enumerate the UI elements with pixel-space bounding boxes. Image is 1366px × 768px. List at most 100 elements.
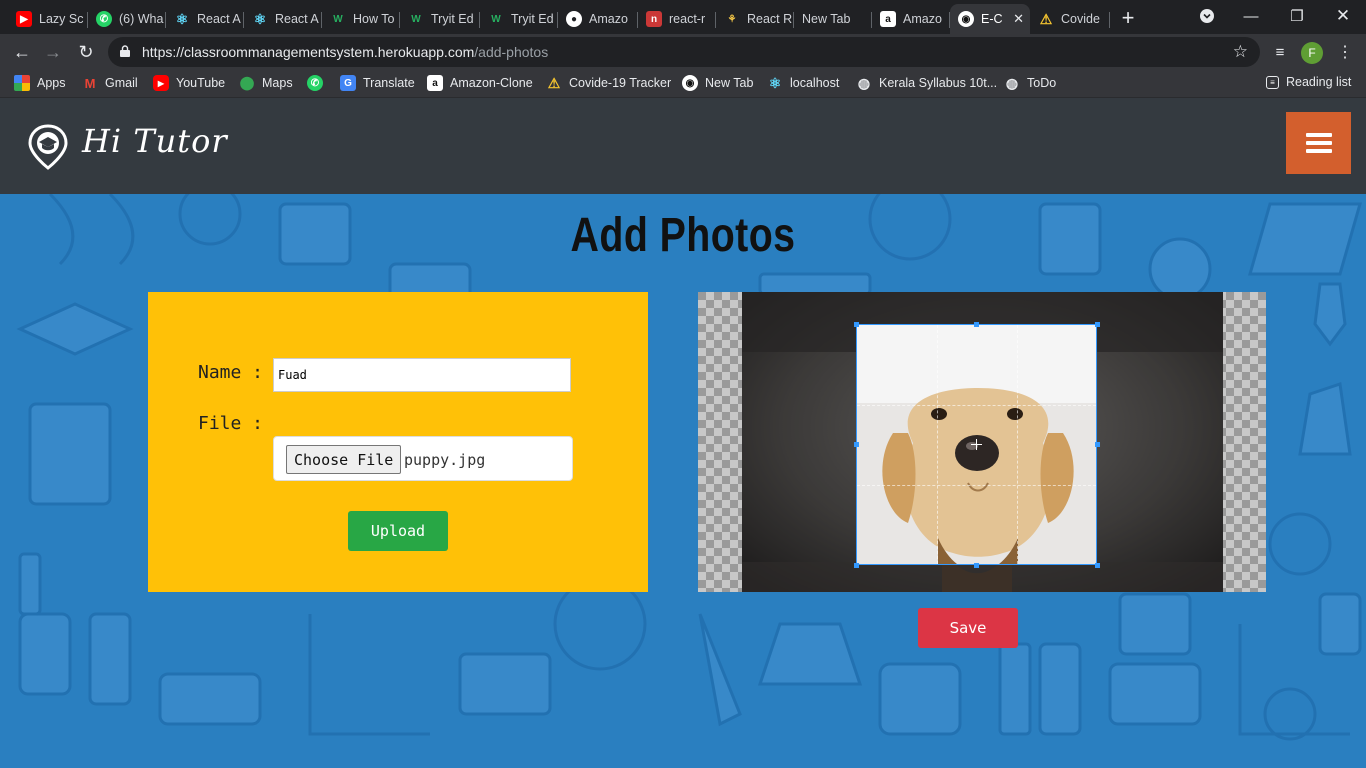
crop-handle-w[interactable] bbox=[854, 442, 859, 447]
tab-1[interactable]: ✆ (6) Wha bbox=[88, 4, 166, 34]
bookmark-label: Amazon-Clone bbox=[450, 76, 533, 90]
bookmark-translate[interactable]: G Translate bbox=[340, 75, 415, 91]
tab-title: Amazo bbox=[589, 12, 628, 26]
globe-icon: ◍ bbox=[1005, 74, 1019, 91]
tab-title: Covide bbox=[1061, 12, 1100, 26]
tab-title: Tryit Ed bbox=[511, 12, 554, 26]
brand-name[interactable]: Hi Tutor bbox=[82, 122, 228, 160]
bookmark-label: Covide-19 Tracker bbox=[569, 76, 672, 90]
redux-icon: ⚘ bbox=[727, 13, 737, 25]
tab-7[interactable]: ● Amazo bbox=[558, 4, 638, 34]
globe-icon: ◍ bbox=[857, 74, 871, 91]
restore-button[interactable]: ❐ bbox=[1274, 0, 1320, 32]
translate-icon: G bbox=[340, 75, 356, 91]
logo-location-pin-icon[interactable] bbox=[28, 124, 68, 170]
whatsapp-icon: ✆ bbox=[307, 75, 323, 91]
crop-handle-sw[interactable] bbox=[854, 563, 859, 568]
tab-title: react-r bbox=[669, 12, 706, 26]
tab-title: Amazo bbox=[903, 12, 942, 26]
crop-handle-nw[interactable] bbox=[854, 322, 859, 327]
bookmark-amazon-clone[interactable]: a Amazon-Clone bbox=[427, 75, 533, 91]
hamburger-menu-button[interactable] bbox=[1286, 112, 1351, 174]
crop-guide-line bbox=[937, 325, 938, 564]
minimize-button[interactable]: — bbox=[1228, 0, 1274, 32]
tab-search-icon[interactable] bbox=[1184, 0, 1230, 32]
tab-3[interactable]: ⚛ React A bbox=[244, 4, 322, 34]
location-icon: ◉ bbox=[958, 11, 974, 27]
tab-title: React R bbox=[747, 12, 793, 26]
name-label: Name : bbox=[198, 362, 264, 383]
image-cropper[interactable] bbox=[698, 292, 1266, 592]
w-icon: W bbox=[333, 13, 343, 25]
save-button[interactable]: Save bbox=[918, 608, 1018, 648]
bookmark-maps[interactable]: ⬤ Maps bbox=[239, 75, 293, 91]
selected-file-name: puppy.jpg bbox=[404, 451, 486, 469]
bookmark-covid-tracker[interactable]: ⚠ Covide-19 Tracker bbox=[546, 75, 671, 91]
apps-grid-icon bbox=[14, 75, 30, 91]
crop-handle-e[interactable] bbox=[1095, 442, 1100, 447]
media-control-icon[interactable]: ≡ bbox=[1267, 39, 1293, 65]
tab-12-active[interactable]: ◉ E-C ✕ bbox=[950, 4, 1030, 34]
crop-selection-box[interactable] bbox=[856, 324, 1097, 565]
close-window-button[interactable]: ✕ bbox=[1320, 0, 1366, 32]
tab-8[interactable]: n react-r bbox=[638, 4, 716, 34]
upload-button[interactable]: Upload bbox=[348, 511, 448, 551]
reload-button[interactable]: ↻ bbox=[73, 39, 99, 65]
reading-list-button[interactable]: ≡ Reading list bbox=[1266, 75, 1351, 89]
crop-handle-s[interactable] bbox=[974, 563, 979, 568]
tab-title: How To bbox=[353, 12, 395, 26]
bookmark-todo[interactable]: ◍ ToDo bbox=[1004, 75, 1056, 91]
maps-pin-icon: ⬤ bbox=[239, 75, 255, 90]
bookmark-youtube[interactable]: ▶ YouTube bbox=[153, 75, 225, 91]
bookmark-apps[interactable]: Apps bbox=[14, 75, 66, 91]
crop-handle-ne[interactable] bbox=[1095, 322, 1100, 327]
react-icon: ⚛ bbox=[175, 10, 189, 27]
tab-9[interactable]: ⚘ React R bbox=[716, 4, 794, 34]
tab-11[interactable]: a Amazo bbox=[872, 4, 950, 34]
forward-button[interactable]: → bbox=[40, 39, 66, 65]
profile-avatar[interactable]: F bbox=[1301, 42, 1323, 64]
bookmark-localhost[interactable]: ⚛ localhost bbox=[767, 75, 840, 91]
bookmark-star-icon[interactable]: ☆ bbox=[1233, 42, 1248, 62]
close-tab-icon[interactable]: ✕ bbox=[1013, 11, 1024, 27]
bookmark-label: Gmail bbox=[105, 76, 138, 90]
bookmark-label: YouTube bbox=[176, 76, 226, 90]
reading-list-icon: ≡ bbox=[1266, 75, 1279, 89]
hamburger-icon bbox=[1305, 129, 1332, 157]
bookmark-label: Maps bbox=[262, 76, 293, 90]
back-button[interactable]: ← bbox=[9, 39, 35, 65]
tab-title: React A bbox=[275, 12, 319, 26]
new-tab-button[interactable]: + bbox=[1106, 2, 1150, 34]
bookmark-kerala-syllabus[interactable]: ◍ Kerala Syllabus 10t... bbox=[856, 75, 997, 91]
tab-title: (6) Wha bbox=[119, 12, 164, 26]
tab-10[interactable]: New Tab bbox=[794, 4, 872, 34]
tab-5[interactable]: W Tryit Ed bbox=[400, 4, 480, 34]
tab-4[interactable]: W How To bbox=[322, 4, 400, 34]
crop-handle-n[interactable] bbox=[974, 322, 979, 327]
browser-menu-icon[interactable]: ⋮ bbox=[1332, 39, 1358, 65]
url-host: https://classroommanagementsystem.heroku… bbox=[142, 44, 475, 60]
bookmark-label: Translate bbox=[363, 76, 415, 90]
crop-center-icon bbox=[971, 439, 982, 450]
tab-13[interactable]: ⚠ Covide bbox=[1030, 4, 1110, 34]
reading-list-label: Reading list bbox=[1286, 75, 1352, 89]
tab-0[interactable]: ▶ Lazy Sc bbox=[8, 4, 88, 34]
crop-handle-se[interactable] bbox=[1095, 563, 1100, 568]
url-path: /add-photos bbox=[474, 44, 549, 60]
youtube-icon: ▶ bbox=[153, 75, 169, 91]
choose-file-button[interactable]: Choose File bbox=[286, 445, 402, 474]
bookmark-whatsapp[interactable]: ✆ bbox=[307, 75, 330, 91]
gmail-icon: M bbox=[84, 75, 96, 91]
bookmark-label: Kerala Syllabus 10t... bbox=[879, 76, 998, 90]
name-input[interactable]: Fuad bbox=[273, 358, 571, 392]
crop-guide-line bbox=[857, 405, 1096, 406]
address-bar[interactable]: https://classroommanagementsystem.heroku… bbox=[108, 37, 1260, 67]
file-input[interactable]: Choose File puppy.jpg bbox=[273, 436, 573, 481]
bookmark-gmail[interactable]: M Gmail bbox=[82, 75, 138, 91]
tab-2[interactable]: ⚛ React A bbox=[166, 4, 244, 34]
w-icon: W bbox=[411, 13, 421, 25]
bookmark-new-tab[interactable]: ◉ New Tab bbox=[682, 75, 753, 91]
tab-6[interactable]: W Tryit Ed bbox=[480, 4, 558, 34]
crop-guide-line bbox=[1017, 325, 1018, 564]
warning-icon: ⚠ bbox=[1039, 10, 1053, 27]
